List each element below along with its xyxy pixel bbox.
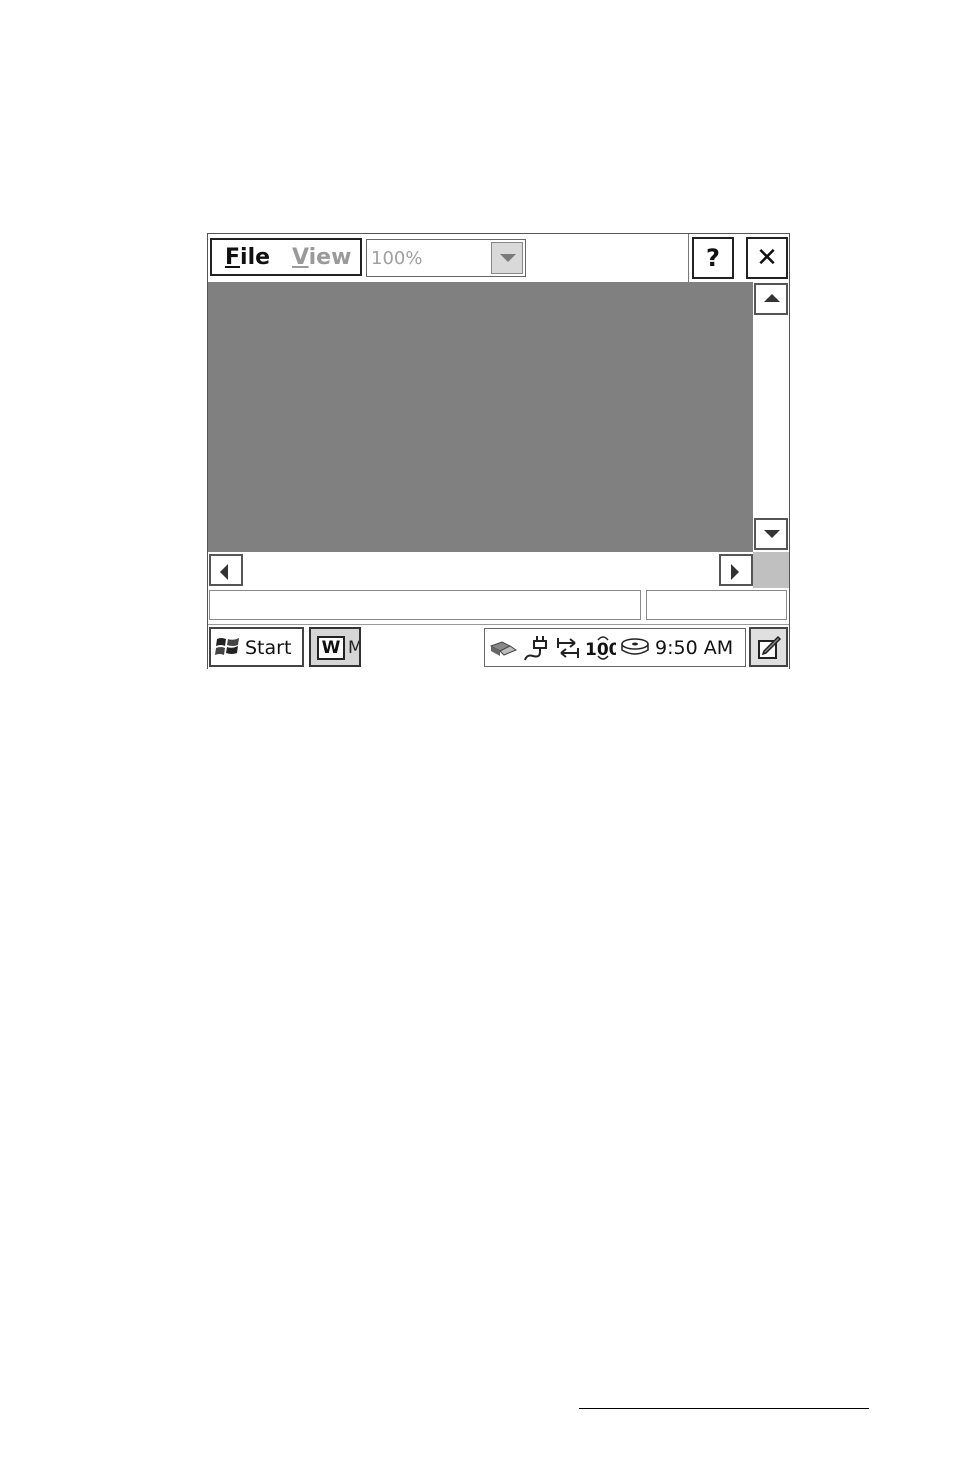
status-pane-main <box>209 590 641 620</box>
chevron-down-icon[interactable] <box>491 242 523 274</box>
menu-file-label: ile <box>240 245 271 270</box>
taskbar-app-button[interactable]: W M <box>309 627 361 667</box>
menu-file[interactable]: File <box>225 246 270 270</box>
status-pane-secondary <box>646 590 787 620</box>
sync-arrows-icon[interactable] <box>555 634 581 662</box>
document-area[interactable] <box>208 282 753 552</box>
scroll-right-icon[interactable] <box>719 554 753 586</box>
status-bar <box>208 588 789 624</box>
zoom-combo[interactable]: 100% <box>366 239 526 277</box>
help-button[interactable]: ? <box>692 237 734 279</box>
toolbar-divider <box>688 234 689 282</box>
ethernet-100-icon[interactable]: 100 <box>584 634 616 662</box>
windows-logo-icon <box>215 638 239 655</box>
vertical-scrollbar[interactable] <box>753 282 789 552</box>
scroll-left-icon[interactable] <box>209 554 243 586</box>
clock[interactable]: 9:50 AM <box>655 637 733 659</box>
disk-icon[interactable] <box>619 634 651 662</box>
menu-view-mnemonic: V <box>292 245 309 270</box>
start-label: Start <box>245 637 292 659</box>
show-desktop-icon <box>758 635 782 659</box>
start-button[interactable]: Start <box>209 627 304 667</box>
app-window: File View 100% ? ✕ Start W 100 9:50 AM <box>207 233 790 669</box>
menu-file-mnemonic: F <box>225 245 241 270</box>
scroll-up-icon[interactable] <box>754 283 788 315</box>
scrollbar-corner <box>753 552 789 588</box>
taskbar: Start W M <box>208 624 789 669</box>
network-icon[interactable] <box>488 634 518 662</box>
horizontal-scrollbar[interactable] <box>208 552 753 588</box>
close-button[interactable]: ✕ <box>746 237 788 279</box>
scroll-down-icon[interactable] <box>754 518 788 550</box>
desktop-button[interactable] <box>749 627 788 667</box>
taskbar-app-label: M <box>348 638 359 658</box>
system-tray: 100 9:50 AM <box>484 628 746 667</box>
menu-bar: File View <box>210 238 362 276</box>
svg-text:100: 100 <box>585 640 616 660</box>
menu-view[interactable]: View <box>292 246 351 270</box>
footer-rule <box>579 1408 869 1409</box>
page: File View 100% ? ✕ Start W 100 9:50 AM <box>0 0 954 1475</box>
command-bar: File View 100% ? ✕ <box>208 234 789 282</box>
word-app-icon: W <box>317 636 345 660</box>
menu-view-label: iew <box>308 245 352 270</box>
zoom-value: 100% <box>371 248 423 269</box>
power-plug-icon[interactable] <box>521 634 551 662</box>
